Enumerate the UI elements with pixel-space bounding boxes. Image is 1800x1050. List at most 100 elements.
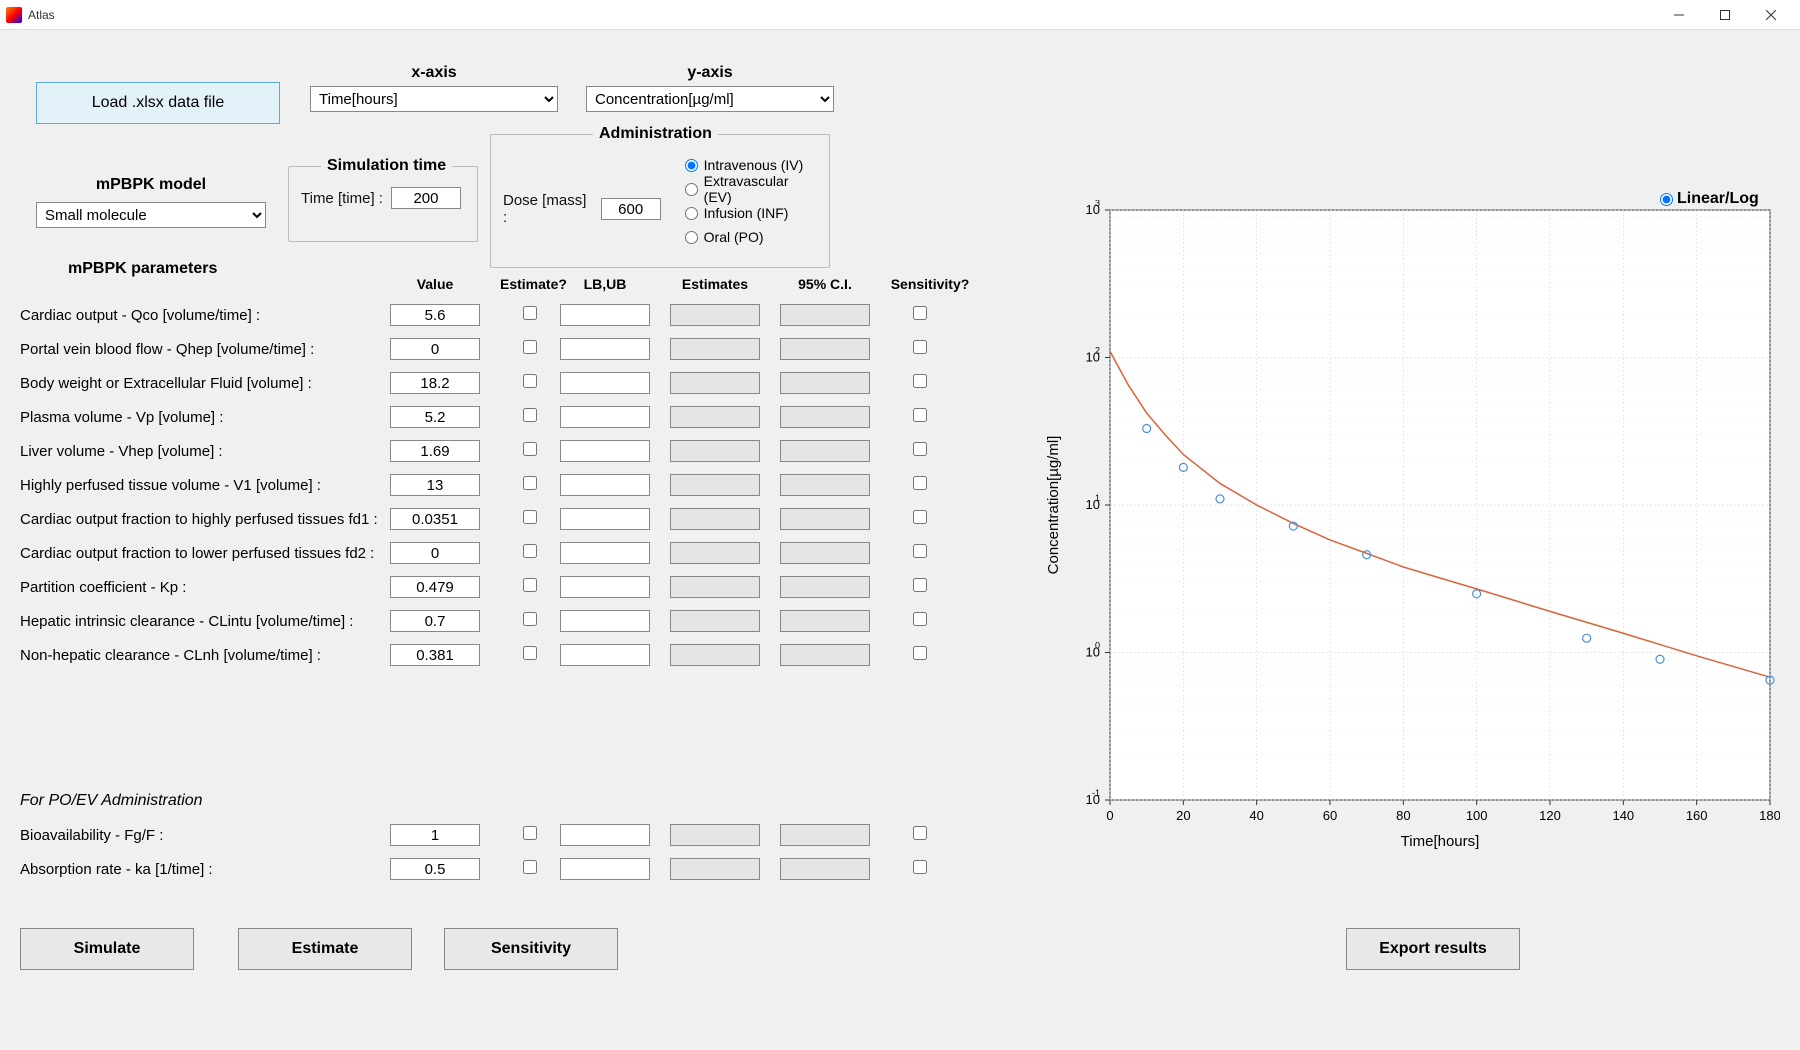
- param-estimate-checkbox[interactable]: [523, 408, 537, 422]
- param-value-input[interactable]: [390, 610, 480, 632]
- param-lbub-input[interactable]: [560, 304, 650, 326]
- simulate-button[interactable]: Simulate: [20, 928, 194, 970]
- param-value-input[interactable]: [390, 644, 480, 666]
- param-value-input[interactable]: [390, 824, 480, 846]
- param-sensitivity-checkbox[interactable]: [913, 306, 927, 320]
- param-lbub-input[interactable]: [560, 372, 650, 394]
- svg-text:-1: -1: [1092, 788, 1100, 798]
- param-label: Portal vein blood flow - Qhep [volume/ti…: [20, 341, 390, 358]
- svg-text:80: 80: [1396, 808, 1410, 823]
- x-axis-select[interactable]: Time[hours]: [310, 86, 558, 112]
- param-sensitivity-checkbox[interactable]: [913, 476, 927, 490]
- param-lbub-input[interactable]: [560, 644, 650, 666]
- param-estimate-checkbox[interactable]: [523, 544, 537, 558]
- param-sensitivity-checkbox[interactable]: [913, 612, 927, 626]
- param-estimate-checkbox[interactable]: [523, 340, 537, 354]
- param-estimate-checkbox[interactable]: [523, 442, 537, 456]
- param-value-input[interactable]: [390, 440, 480, 462]
- close-button[interactable]: [1748, 0, 1794, 30]
- simtime-group: Simulation time Time [time] :: [288, 166, 478, 242]
- param-row: Partition coefficient - Kp :: [20, 570, 1000, 604]
- param-lbub-input[interactable]: [560, 576, 650, 598]
- param-label: Plasma volume - Vp [volume] :: [20, 409, 390, 426]
- main-panel: Load .xlsx data file x-axis Time[hours] …: [0, 30, 1800, 1050]
- param-lbub-input[interactable]: [560, 858, 650, 880]
- admin-radio-ev[interactable]: Extravascular (EV): [685, 177, 817, 201]
- dose-input[interactable]: [601, 198, 661, 220]
- param-ci-output: [780, 338, 870, 360]
- y-axis-select[interactable]: Concentration[µg/ml]: [586, 86, 834, 112]
- param-sensitivity-checkbox[interactable]: [913, 860, 927, 874]
- svg-text:1: 1: [1095, 493, 1100, 503]
- load-file-label: Load .xlsx data file: [92, 94, 225, 112]
- param-label: Cardiac output - Qco [volume/time] :: [20, 307, 390, 324]
- param-estimate-checkbox[interactable]: [523, 646, 537, 660]
- svg-text:160: 160: [1686, 808, 1708, 823]
- param-sensitivity-checkbox[interactable]: [913, 442, 927, 456]
- param-lbub-input[interactable]: [560, 440, 650, 462]
- param-lbub-input[interactable]: [560, 474, 650, 496]
- svg-text:0: 0: [1106, 808, 1113, 823]
- col-ci95: 95% C.I.: [780, 276, 870, 292]
- svg-text:Time[hours]: Time[hours]: [1401, 833, 1480, 850]
- param-estimates-output: [670, 304, 760, 326]
- param-label: Absorption rate - ka [1/time] :: [20, 861, 390, 878]
- param-estimate-checkbox[interactable]: [523, 860, 537, 874]
- param-row: Bioavailability - Fg/F :: [20, 818, 1000, 852]
- param-estimate-checkbox[interactable]: [523, 306, 537, 320]
- param-sensitivity-checkbox[interactable]: [913, 510, 927, 524]
- param-lbub-input[interactable]: [560, 508, 650, 530]
- param-value-input[interactable]: [390, 338, 480, 360]
- param-lbub-input[interactable]: [560, 610, 650, 632]
- param-sensitivity-checkbox[interactable]: [913, 826, 927, 840]
- param-ci-output: [780, 508, 870, 530]
- param-sensitivity-checkbox[interactable]: [913, 408, 927, 422]
- param-estimate-checkbox[interactable]: [523, 578, 537, 592]
- param-lbub-input[interactable]: [560, 542, 650, 564]
- param-lbub-input[interactable]: [560, 824, 650, 846]
- param-value-input[interactable]: [390, 576, 480, 598]
- param-row: Plasma volume - Vp [volume] :: [20, 400, 1000, 434]
- param-estimate-checkbox[interactable]: [523, 826, 537, 840]
- simtime-input[interactable]: [391, 187, 461, 209]
- chart: 02040608010012014016018010-1100101102103…: [1040, 200, 1780, 860]
- admin-title: Administration: [593, 125, 718, 143]
- param-value-input[interactable]: [390, 542, 480, 564]
- param-value-input[interactable]: [390, 304, 480, 326]
- param-lbub-input[interactable]: [560, 338, 650, 360]
- param-estimate-checkbox[interactable]: [523, 612, 537, 626]
- param-estimate-checkbox[interactable]: [523, 510, 537, 524]
- maximize-button[interactable]: [1702, 0, 1748, 30]
- sensitivity-button[interactable]: Sensitivity: [444, 928, 618, 970]
- param-sensitivity-checkbox[interactable]: [913, 578, 927, 592]
- param-row: Hepatic intrinsic clearance - CLintu [vo…: [20, 604, 1000, 638]
- param-estimate-checkbox[interactable]: [523, 374, 537, 388]
- load-file-button[interactable]: Load .xlsx data file: [36, 82, 280, 124]
- param-sensitivity-checkbox[interactable]: [913, 340, 927, 354]
- estimate-button[interactable]: Estimate: [238, 928, 412, 970]
- param-lbub-input[interactable]: [560, 406, 650, 428]
- param-sensitivity-checkbox[interactable]: [913, 374, 927, 388]
- param-estimate-checkbox[interactable]: [523, 476, 537, 490]
- col-lbub: LB,UB: [560, 276, 650, 292]
- svg-text:40: 40: [1249, 808, 1263, 823]
- export-button[interactable]: Export results: [1346, 928, 1520, 970]
- param-estimates-output: [670, 824, 760, 846]
- param-row: Non-hepatic clearance - CLnh [volume/tim…: [20, 638, 1000, 672]
- param-value-input[interactable]: [390, 508, 480, 530]
- col-value: Value: [390, 276, 480, 292]
- minimize-button[interactable]: [1656, 0, 1702, 30]
- param-value-input[interactable]: [390, 372, 480, 394]
- param-sensitivity-checkbox[interactable]: [913, 646, 927, 660]
- param-value-input[interactable]: [390, 474, 480, 496]
- svg-text:20: 20: [1176, 808, 1190, 823]
- model-select[interactable]: Small molecule: [36, 202, 266, 228]
- admin-radio-po[interactable]: Oral (PO): [685, 225, 817, 249]
- param-row: Liver volume - Vhep [volume] :: [20, 434, 1000, 468]
- param-sensitivity-checkbox[interactable]: [913, 544, 927, 558]
- param-estimates-output: [670, 440, 760, 462]
- param-label: Cardiac output fraction to lower perfuse…: [20, 545, 390, 562]
- svg-text:100: 100: [1466, 808, 1488, 823]
- param-value-input[interactable]: [390, 406, 480, 428]
- param-value-input[interactable]: [390, 858, 480, 880]
